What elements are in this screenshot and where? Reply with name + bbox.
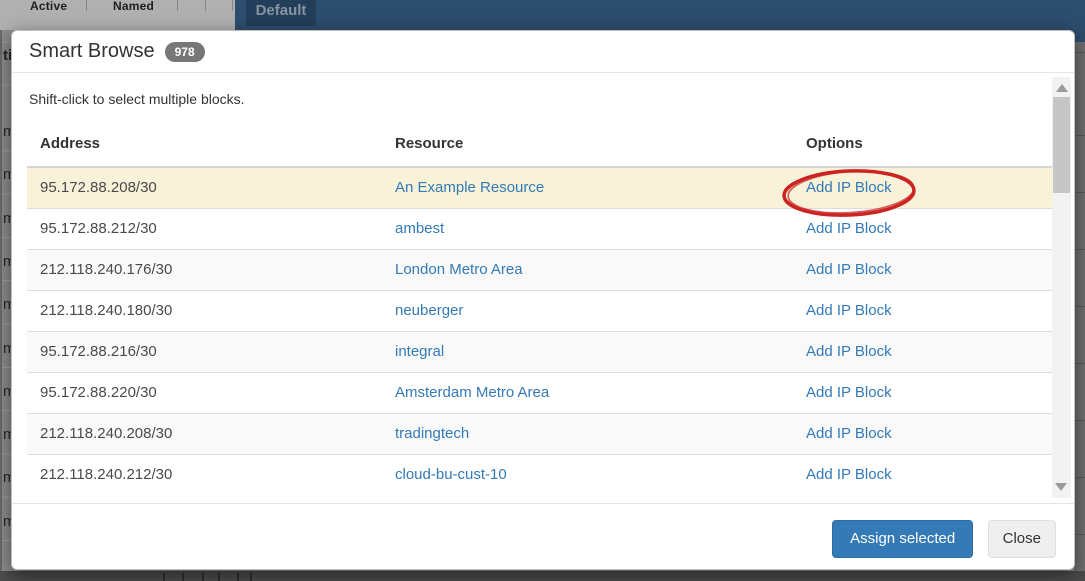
backdrop-tab-named: Named [113,0,173,11]
table-row[interactable]: 212.118.240.212/30 cloud-bu-cust-10 Add IP… [27,455,1054,496]
resource-link[interactable]: neuberger [395,302,463,319]
add-ip-block-link[interactable]: Add IP Block [806,384,892,401]
backdrop-left-strip: ti m m m m m m m m m m [0,30,11,572]
add-ip-block-link[interactable]: Add IP Block [806,302,892,319]
address-cell: 212.118.240.208/30 [27,414,382,455]
scrollbar[interactable] [1052,77,1071,498]
add-ip-block-link[interactable]: Add IP Block [806,425,892,442]
count-badge: 978 [165,42,205,62]
scroll-down-icon[interactable] [1055,483,1067,491]
backdrop-right-strip [1074,42,1085,581]
add-ip-block-link[interactable]: Add IP Block [806,343,892,360]
backdrop-table-border [163,573,165,581]
smart-browse-modal: Smart Browse 978 Shift-click to select m… [11,30,1075,570]
table-row[interactable]: 95.172.88.220/30 Amsterdam Metro Area Add … [27,373,1054,414]
column-header-address: Address [27,124,382,167]
backdrop-text-fragment: m [3,426,11,443]
table-row[interactable]: 212.118.240.180/30 neuberger Add IP Block [27,291,1054,332]
scroll-thumb[interactable] [1053,97,1070,193]
table-row[interactable]: 212.118.240.176/30 London Metro Area Add I… [27,250,1054,291]
backdrop-text-fragment: m [3,469,11,486]
backdrop-text-fragment: m [3,166,11,183]
backdrop-bottom-strip [0,571,1085,581]
backdrop-tabbar: Active Named [0,0,235,30]
backdrop-tab-active: Active [30,0,88,11]
resource-link[interactable]: London Metro Area [395,261,523,278]
hint-text: Shift-click to select multiple blocks. [29,91,1074,107]
modal-header: Smart Browse 978 [12,31,1074,73]
add-ip-block-link[interactable]: Add IP Block [806,220,892,237]
resource-link[interactable]: integral [395,343,444,360]
address-cell: 212.118.240.180/30 [27,291,382,332]
backdrop-table-border [237,573,239,581]
resource-link[interactable]: cloud-bu-cust-10 [395,466,507,483]
column-header-options: Options [793,124,1054,167]
table-header-row: Address Resource Options [27,124,1054,167]
backdrop-table-border [250,573,252,581]
assign-selected-button[interactable]: Assign selected [832,520,973,558]
backdrop-divider [205,0,206,11]
resource-link[interactable]: tradingtech [395,425,469,442]
table-row[interactable]: 95.172.88.212/30 ambest Add IP Block [27,209,1054,250]
modal-footer: Assign selected Close [12,503,1074,570]
backdrop-text-fragment: m [3,253,11,270]
backdrop-navitem-default: Default [246,0,316,26]
column-header-resource: Resource [382,124,793,167]
backdrop-divider [232,0,233,11]
backdrop-text-fragment: ti [3,47,11,64]
close-button[interactable]: Close [988,520,1056,558]
address-cell: 212.118.240.212/30 [27,455,382,496]
backdrop-divider [86,0,87,11]
resource-link[interactable]: Amsterdam Metro Area [395,384,549,401]
add-ip-block-link[interactable]: Add IP Block [806,261,892,278]
backdrop-text-fragment: m [3,296,11,313]
scroll-up-icon[interactable] [1056,84,1068,92]
modal-title: Smart Browse [29,40,155,63]
blocks-table: Address Resource Options 95.172.88.208/3… [27,124,1054,495]
address-cell: 95.172.88.220/30 [27,373,382,414]
backdrop-table-border [218,573,220,581]
resource-link[interactable]: ambest [395,220,444,237]
backdrop-text-fragment: m [3,383,11,400]
table-row[interactable]: 95.172.88.216/30 integral Add IP Block [27,332,1054,373]
backdrop-table-border [202,573,204,581]
table-row[interactable]: 95.172.88.208/30 An Example Resource Add I… [27,167,1054,209]
add-ip-block-link[interactable]: Add IP Block [806,466,892,483]
add-ip-block-link[interactable]: Add IP Block [806,179,892,196]
backdrop-text-fragment: m [3,210,11,227]
address-cell: 95.172.88.216/30 [27,332,382,373]
backdrop-text-fragment: m [3,340,11,357]
resource-link[interactable]: An Example Resource [395,179,544,196]
address-cell: 95.172.88.212/30 [27,209,382,250]
address-cell: 95.172.88.208/30 [27,167,382,209]
backdrop-text-fragment: m [3,513,11,530]
table-row[interactable]: 212.118.240.208/30 tradingtech Add IP Bloc… [27,414,1054,455]
backdrop-text-fragment: m [3,123,11,140]
modal-body: Shift-click to select multiple blocks. A… [12,73,1074,503]
table-body: 95.172.88.208/30 An Example Resource Add I… [27,167,1054,495]
address-cell: 212.118.240.176/30 [27,250,382,291]
backdrop-table-border [182,573,184,581]
backdrop-divider [177,0,178,11]
